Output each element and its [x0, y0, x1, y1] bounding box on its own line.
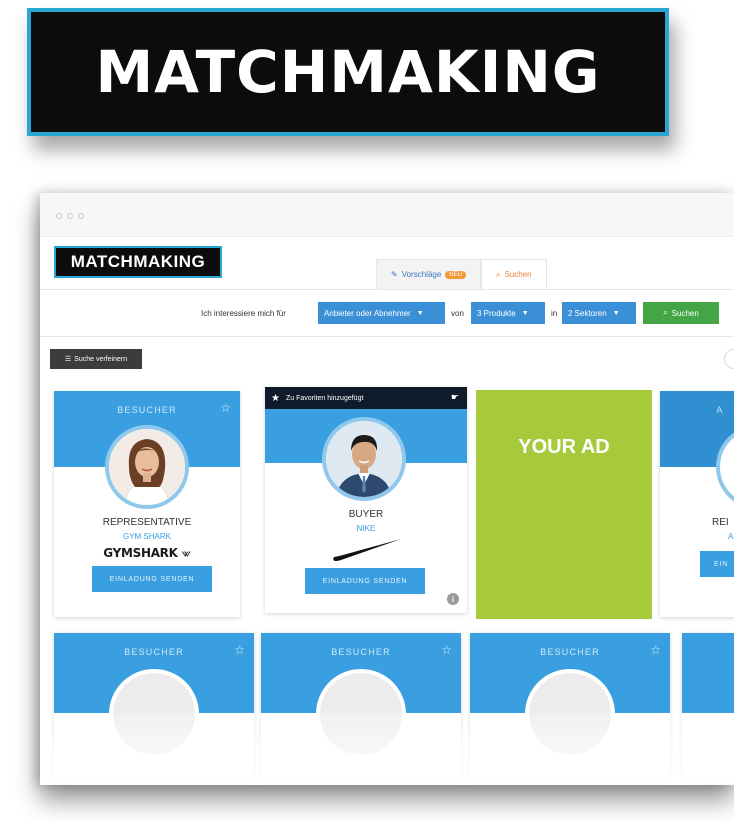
- card-role: BESUCHER: [124, 647, 184, 657]
- window-dot-icon[interactable]: [56, 213, 62, 219]
- card-title: BUYER: [348, 509, 384, 520]
- search-filter-row: Ich interessiere mich für Anbieter oder …: [40, 289, 734, 337]
- send-invitation-button[interactable]: EINLADUNG SENDEN: [92, 566, 212, 592]
- bottom-fade-overlay: [40, 713, 734, 785]
- new-badge: NEU: [445, 270, 466, 279]
- banner-title: MATCHMAKING: [95, 38, 601, 106]
- woman-portrait-icon: [109, 429, 185, 505]
- star-outline-icon[interactable]: ☆: [234, 643, 245, 657]
- card-header: [682, 633, 734, 713]
- star-outline-icon[interactable]: ☆: [441, 643, 452, 657]
- card-company-link[interactable]: A: [728, 532, 734, 541]
- tab-suchen[interactable]: ⌕ Suchen: [480, 259, 547, 289]
- info-icon[interactable]: i: [447, 593, 459, 605]
- tab-vorschlaege[interactable]: ✎ Vorschläge NEU: [376, 259, 481, 289]
- search-prefix-label: Ich interessiere mich für: [201, 309, 286, 318]
- sectors-dropdown-value: 2 Sektoren: [568, 308, 607, 318]
- cursor-icon: ☛: [450, 392, 459, 402]
- send-invitation-button[interactable]: EIN: [700, 551, 734, 577]
- type-dropdown[interactable]: Anbieter oder Abnehmer ▼: [318, 302, 445, 324]
- ad-slot[interactable]: YOUR AD: [476, 390, 652, 619]
- caret-down-icon: ▼: [416, 309, 424, 317]
- tab-bar: ✎ Vorschläge NEU ⌕ Suchen: [376, 259, 547, 289]
- products-dropdown[interactable]: 3 Produkte ▼: [471, 302, 545, 324]
- window-dot-icon[interactable]: [67, 213, 73, 219]
- products-dropdown-value: 3 Produkte: [477, 308, 516, 318]
- man-portrait-icon: [326, 421, 402, 497]
- sectors-dropdown[interactable]: 2 Sektoren ▼: [562, 302, 636, 324]
- von-label: von: [451, 309, 464, 318]
- tab-label: Suchen: [504, 270, 532, 279]
- card-role: BESUCHER: [540, 647, 600, 657]
- gymshark-logo-text: GYMSHARK: [103, 546, 178, 560]
- search-icon: ⌕: [495, 269, 501, 279]
- star-outline-icon[interactable]: ☆: [650, 643, 661, 657]
- type-dropdown-value: Anbieter oder Abnehmer: [324, 308, 411, 318]
- card-title: REI: [712, 517, 729, 528]
- card-role: BESUCHER: [331, 647, 391, 657]
- visitor-card: A REI A EIN: [660, 391, 734, 617]
- refine-search-button[interactable]: ☰ Suche verfeinern: [50, 349, 142, 369]
- app-logo: MATCHMAKING: [54, 246, 222, 278]
- search-button-label: Suchen: [671, 308, 699, 318]
- nike-swoosh-logo: [333, 539, 401, 561]
- favorite-notice-text: Zu Favoriten hinzugefügt: [285, 394, 364, 402]
- pencil-icon: ✎: [391, 270, 398, 279]
- search-button[interactable]: ⌕ Suchen: [643, 302, 719, 324]
- window-title-bar: [40, 193, 734, 237]
- buyer-card: ★ Zu Favoriten hinzugefügt ☛ BUYER NIKE …: [265, 387, 467, 613]
- caret-down-icon: ▼: [521, 309, 529, 317]
- visitor-card: BESUCHER ☆ REPRESENTATIVE GYM SHARK GYMS…: [54, 391, 240, 617]
- caret-down-icon: ▼: [612, 309, 620, 317]
- window-dot-icon[interactable]: [78, 213, 84, 219]
- star-filled-icon: ★: [271, 392, 280, 404]
- card-role: BESUCHER: [117, 405, 177, 415]
- search-icon: ⌕: [663, 308, 668, 317]
- refine-search-label: Suche verfeinern: [74, 355, 128, 363]
- scroll-control[interactable]: [724, 349, 734, 369]
- send-invitation-button[interactable]: EINLADUNG SENDEN: [305, 568, 425, 594]
- card-role: A: [716, 405, 724, 415]
- gymshark-logo: GYMSHARK ⩖: [54, 546, 240, 561]
- card-company-link[interactable]: NIKE: [265, 524, 467, 533]
- card-company-link[interactable]: GYM SHARK: [54, 532, 240, 541]
- matchmaking-banner: MATCHMAKING: [27, 8, 669, 136]
- ad-text: YOUR AD: [518, 436, 610, 458]
- card-title: REPRESENTATIVE: [102, 517, 192, 528]
- app-window: MATCHMAKING ✎ Vorschläge NEU ⌕ Suchen Ic…: [40, 193, 734, 785]
- avatar: [105, 425, 189, 509]
- window-controls[interactable]: [56, 213, 84, 219]
- shark-fin-icon: ⩖: [181, 546, 191, 560]
- in-label: in: [551, 309, 558, 318]
- favorite-notice-bar: ★ Zu Favoriten hinzugefügt ☛: [265, 387, 467, 409]
- avatar: [322, 417, 406, 501]
- star-outline-icon[interactable]: ☆: [220, 401, 231, 415]
- tab-label: Vorschläge: [401, 270, 442, 279]
- menu-icon: ☰: [64, 356, 72, 363]
